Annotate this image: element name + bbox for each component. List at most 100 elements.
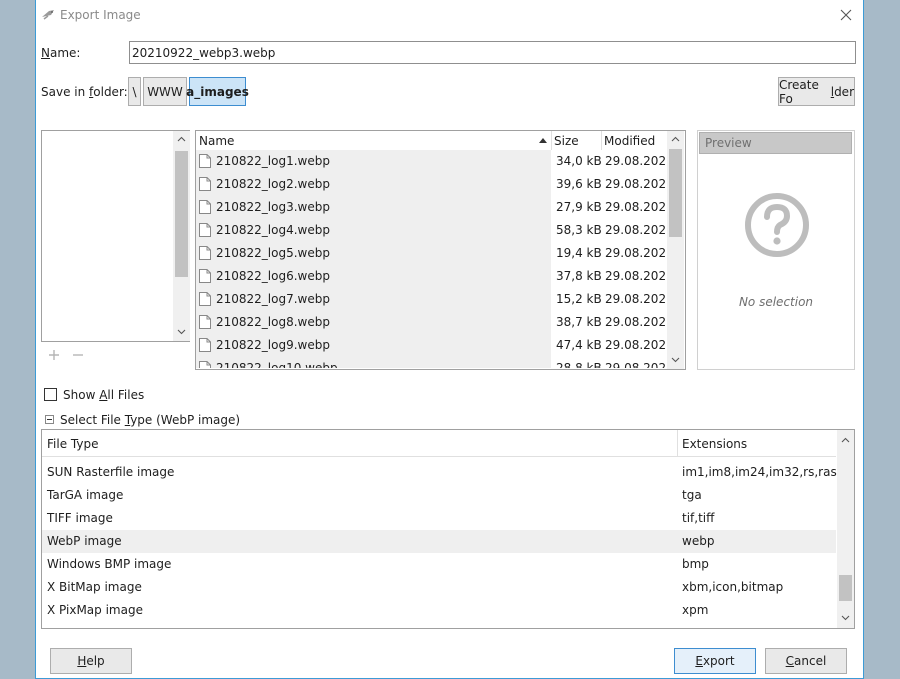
file-icon bbox=[199, 361, 211, 368]
column-header-extensions[interactable]: Extensions bbox=[682, 437, 747, 451]
file-name: 210822_log6.webp bbox=[216, 269, 330, 283]
file-type-row[interactable]: WebP image webp bbox=[42, 530, 836, 553]
file-list-panel: Name Size Modified 210822_log1.webp 34,0 … bbox=[195, 130, 686, 370]
file-icon bbox=[199, 315, 211, 329]
file-row[interactable]: 210822_log3.webp 27,9 kB29.08.2021 bbox=[196, 196, 666, 219]
file-type-name: Windows BMP image bbox=[47, 557, 172, 571]
show-all-files-label[interactable]: Show All Files bbox=[63, 388, 144, 402]
file-type-name: SUN Rasterfile image bbox=[47, 465, 175, 479]
file-type-row[interactable]: SUN Rasterfile image im1,im8,im24,im32,rs… bbox=[42, 461, 854, 484]
file-type-scrollbar[interactable] bbox=[837, 430, 854, 628]
create-folder-button[interactable]: Create Fo l der bbox=[778, 77, 855, 106]
file-type-name: TarGA image bbox=[47, 488, 124, 502]
file-type-extensions: tga bbox=[682, 488, 702, 502]
file-row[interactable]: 210822_log10.webp 28,8 kB29.08.2021 bbox=[196, 357, 666, 368]
file-name: 210822_log5.webp bbox=[216, 246, 330, 260]
file-row[interactable]: 210822_log2.webp 39,6 kB29.08.2021 bbox=[196, 173, 666, 196]
scroll-up-icon[interactable] bbox=[837, 433, 854, 447]
file-list-scrollbar[interactable] bbox=[667, 131, 684, 369]
file-icon bbox=[199, 200, 211, 214]
file-icon bbox=[199, 177, 211, 191]
file-type-row[interactable]: X BitMap image xbm,icon,bitmap bbox=[42, 576, 836, 599]
file-row[interactable]: 210822_log4.webp 58,3 kB29.08.2021 bbox=[196, 219, 666, 242]
help-button[interactable]: Help bbox=[50, 648, 132, 674]
file-name: 210822_log3.webp bbox=[216, 200, 330, 214]
scroll-down-icon[interactable] bbox=[173, 325, 190, 339]
file-type-row[interactable]: TarGA image tga bbox=[42, 484, 836, 507]
file-name: 210822_log8.webp bbox=[216, 315, 330, 329]
file-row[interactable]: 210822_log9.webp 47,4 kB29.08.2021 bbox=[196, 334, 666, 357]
file-type-extensions: im1,im8,im24,im32,rs,ras,sun bbox=[682, 465, 855, 479]
column-header-name[interactable]: Name bbox=[199, 134, 234, 148]
cancel-button[interactable]: Cancel bbox=[765, 648, 847, 674]
filename-input[interactable] bbox=[129, 41, 856, 64]
file-icon bbox=[199, 269, 211, 283]
breadcrumb-www[interactable]: WWW bbox=[143, 77, 187, 106]
places-scroll-thumb[interactable] bbox=[175, 151, 188, 277]
file-name: 210822_log4.webp bbox=[216, 223, 330, 237]
file-icon bbox=[199, 223, 211, 237]
sort-ascending-icon bbox=[539, 138, 547, 143]
file-modified: 29.08.2021 bbox=[605, 223, 666, 237]
scroll-down-icon[interactable] bbox=[837, 611, 854, 625]
file-type-row[interactable]: X PixMap image xpm bbox=[42, 599, 836, 622]
export-button[interactable]: Export bbox=[674, 648, 756, 674]
file-name: 210822_log10.webp bbox=[216, 361, 338, 368]
file-name: 210822_log2.webp bbox=[216, 177, 330, 191]
file-row[interactable]: 210822_log1.webp 34,0 kB29.08.2021 bbox=[196, 150, 666, 173]
scroll-up-icon[interactable] bbox=[173, 132, 190, 146]
show-all-files-checkbox[interactable] bbox=[44, 388, 57, 401]
name-label: Name: bbox=[41, 46, 81, 60]
file-size: 38,7 kB bbox=[556, 315, 602, 329]
file-icon bbox=[199, 338, 211, 352]
scroll-down-icon[interactable] bbox=[667, 353, 684, 367]
file-type-name: WebP image bbox=[47, 534, 122, 548]
file-modified: 29.08.2021 bbox=[605, 292, 666, 306]
column-header-file-type[interactable]: File Type bbox=[47, 437, 98, 451]
close-button[interactable] bbox=[835, 4, 857, 26]
file-name: 210822_log7.webp bbox=[216, 292, 330, 306]
window-title: Export Image bbox=[60, 8, 141, 22]
add-bookmark-button[interactable] bbox=[48, 349, 60, 364]
file-type-name: TIFF image bbox=[47, 511, 113, 525]
file-modified: 29.08.2021 bbox=[605, 177, 666, 191]
file-type-row[interactable]: TIFF image tif,tiff bbox=[42, 507, 836, 530]
file-row[interactable]: 210822_log7.webp 15,2 kB29.08.2021 bbox=[196, 288, 666, 311]
file-size: 47,4 kB bbox=[556, 338, 602, 352]
file-row[interactable]: 210822_log6.webp 37,8 kB29.08.2021 bbox=[196, 265, 666, 288]
file-type-header: File Type Extensions bbox=[42, 430, 836, 457]
file-type-name: X BitMap image bbox=[47, 580, 142, 594]
file-type-scroll-thumb[interactable] bbox=[839, 575, 852, 601]
file-modified: 29.08.2021 bbox=[605, 315, 666, 329]
file-row[interactable]: 210822_log5.webp 19,4 kB29.08.2021 bbox=[196, 242, 666, 265]
breadcrumb-root[interactable]: \ bbox=[128, 77, 141, 106]
file-type-extensions: webp bbox=[682, 534, 715, 548]
file-size: 15,2 kB bbox=[556, 292, 602, 306]
file-name: 210822_log9.webp bbox=[216, 338, 330, 352]
preview-header[interactable]: Preview bbox=[699, 132, 852, 154]
column-header-modified[interactable]: Modified bbox=[604, 134, 655, 148]
scroll-up-icon[interactable] bbox=[667, 132, 684, 146]
file-list-header: Name Size Modified bbox=[196, 131, 666, 150]
title-bar: Export Image bbox=[36, 0, 863, 31]
column-header-size[interactable]: Size bbox=[554, 134, 579, 148]
file-row[interactable]: 210822_log8.webp 38,7 kB29.08.2021 bbox=[196, 311, 666, 334]
file-type-extensions: bmp bbox=[682, 557, 709, 571]
remove-bookmark-button[interactable] bbox=[72, 349, 84, 364]
places-scrollbar[interactable] bbox=[173, 131, 190, 341]
file-type-expander[interactable] bbox=[45, 415, 54, 424]
file-type-extensions: xbm,icon,bitmap bbox=[682, 580, 784, 594]
plus-icon bbox=[49, 350, 59, 360]
file-size: 58,3 kB bbox=[556, 223, 602, 237]
breadcrumb-a-images[interactable]: a_images bbox=[186, 77, 249, 106]
file-list-scroll-thumb[interactable] bbox=[669, 149, 682, 237]
minus-icon bbox=[73, 354, 83, 356]
file-modified: 29.08.2021 bbox=[605, 338, 666, 352]
file-icon bbox=[199, 246, 211, 260]
file-type-name: X PixMap image bbox=[47, 603, 143, 617]
places-panel bbox=[41, 130, 190, 342]
file-type-extensions: tif,tiff bbox=[682, 511, 715, 525]
select-file-type-label[interactable]: Select File Type (WebP image) bbox=[60, 413, 240, 427]
file-type-row[interactable]: Windows BMP image bmp bbox=[42, 553, 836, 576]
file-modified: 29.08.2021 bbox=[605, 269, 666, 283]
